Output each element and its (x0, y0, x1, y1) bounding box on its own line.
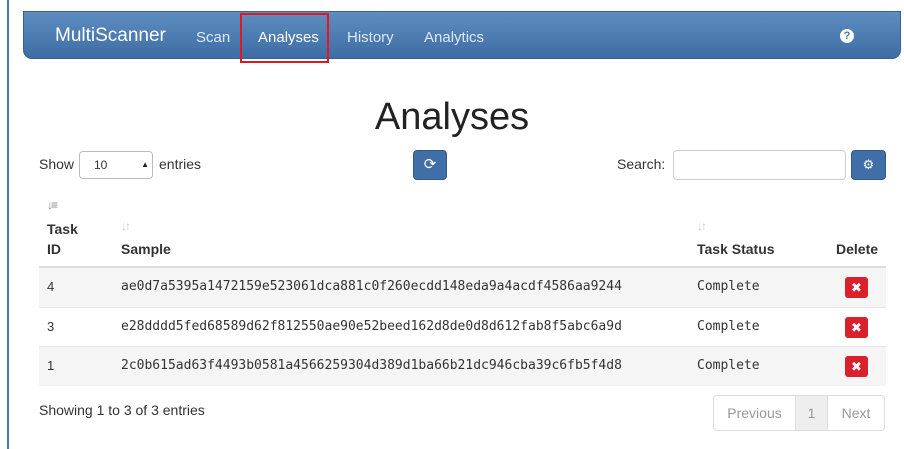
task-status: Complete (697, 279, 760, 294)
task-status: Complete (697, 358, 760, 373)
task-status: Complete (697, 319, 760, 334)
highlight-box (240, 13, 329, 63)
next-page-button[interactable]: Next (828, 396, 884, 430)
refresh-button[interactable]: ⟳ (413, 150, 447, 180)
nav-scan[interactable]: Scan (196, 29, 230, 46)
table-info: Showing 1 to 3 of 3 entries (39, 402, 205, 418)
task-id: 3 (47, 319, 55, 334)
column-header-task-status[interactable]: Task Status (697, 239, 775, 259)
sample-hash[interactable]: 2c0b615ad63f4493b0581a4566259304d389d1ba… (121, 358, 622, 373)
caret-down-icon: ▲ (141, 160, 149, 169)
brand-logo[interactable]: MultiScanner (55, 25, 166, 47)
delete-button[interactable]: ✖ (845, 277, 868, 298)
task-id: 1 (47, 358, 55, 373)
table-row: 1 2c0b615ad63f4493b0581a4566259304d389d1… (39, 347, 886, 386)
entries-label: entries (159, 156, 202, 172)
nav-analytics[interactable]: Analytics (424, 29, 484, 46)
gear-icon: ⚙ (862, 157, 875, 172)
page-length-select[interactable]: 10 ▲ (79, 151, 153, 179)
page-length-value: 10 (94, 158, 108, 172)
sample-hash[interactable]: e28dddd5fed68589d62f812550ae90e52beed162… (121, 319, 622, 334)
previous-page-button[interactable]: Previous (714, 396, 796, 430)
nav-history[interactable]: History (347, 29, 394, 46)
page-1-button[interactable]: 1 (796, 396, 828, 430)
settings-button[interactable]: ⚙ (851, 150, 886, 180)
help-icon[interactable]: ? (840, 29, 854, 43)
delete-button[interactable]: ✖ (845, 356, 868, 377)
column-header-task-id[interactable]: Task ID (47, 219, 78, 259)
search-label: Search: (617, 156, 666, 172)
pagination: Previous 1 Next (713, 395, 885, 431)
sample-hash[interactable]: ae0d7a5395a1472159e523061dca881c0f260ecd… (121, 279, 622, 294)
column-header-sample[interactable]: Sample (121, 239, 171, 259)
show-label: Show (39, 156, 75, 172)
refresh-icon: ⟳ (423, 156, 437, 173)
search-input[interactable] (673, 150, 846, 180)
sort-icon[interactable]: ↓↑ (697, 219, 707, 233)
sort-desc-icon[interactable]: ↓≡ (47, 198, 58, 212)
table-row: 3 e28dddd5fed68589d62f812550ae90e52beed1… (39, 308, 886, 347)
navbar: MultiScanner Scan Analyses History Analy… (23, 11, 901, 59)
delete-button[interactable]: ✖ (845, 317, 868, 338)
page-title: Analyses (374, 96, 530, 138)
sort-icon[interactable]: ↓↑ (121, 219, 131, 233)
column-header-delete: Delete (836, 241, 879, 257)
left-border (7, 0, 9, 449)
table-row: 4 ae0d7a5395a1472159e523061dca881c0f260e… (39, 268, 886, 307)
task-id: 4 (47, 279, 55, 294)
